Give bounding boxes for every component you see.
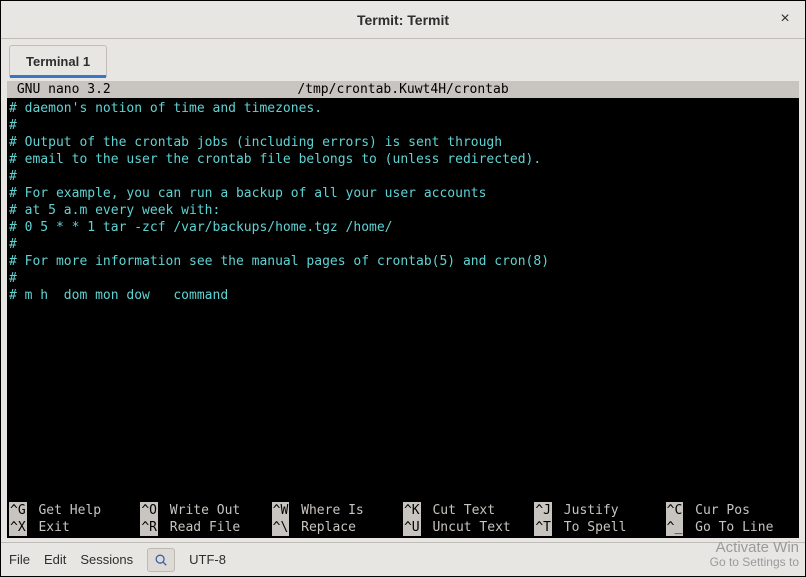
nano-shortcut: ^U Uncut Text	[403, 519, 534, 536]
shortcut-label: Cut Text	[425, 502, 495, 519]
nano-shortcut: ^G Get Help	[9, 502, 140, 519]
nano-shortcut: ^T To Spell	[534, 519, 665, 536]
close-icon[interactable]: ×	[775, 9, 795, 29]
keycap: ^\	[272, 519, 290, 536]
nano-line: #	[9, 168, 797, 185]
shortcut-label: Go To Line	[687, 519, 773, 536]
nano-shortcut: ^K Cut Text	[403, 502, 534, 519]
keycap: ^R	[140, 519, 158, 536]
keycap: ^X	[9, 519, 27, 536]
shortcut-label: Replace	[293, 519, 356, 536]
nano-footer-row-2: ^X Exit^R Read File^\ Replace^U Uncut Te…	[9, 519, 797, 536]
nano-line: # at 5 a.m every week with:	[9, 202, 797, 219]
nano-filename: /tmp/crontab.Kuwt4H/crontab	[111, 81, 696, 98]
nano-line: #	[9, 270, 797, 287]
nano-shortcut: ^_ Go To Line	[666, 519, 797, 536]
status-bar: File Edit Sessions UTF-8	[1, 542, 805, 576]
nano-shortcut: ^C Cur Pos	[666, 502, 797, 519]
nano-shortcut: ^X Exit	[9, 519, 140, 536]
nano-body: # daemon's notion of time and timezones.…	[7, 98, 799, 306]
shortcut-label: To Spell	[556, 519, 626, 536]
shortcut-label: Justify	[556, 502, 619, 519]
shortcut-label: Get Help	[31, 502, 101, 519]
shortcut-label: Uncut Text	[425, 519, 511, 536]
shortcut-label: Read File	[162, 519, 240, 536]
nano-shortcut: ^W Where Is	[272, 502, 403, 519]
keycap: ^J	[534, 502, 552, 519]
nano-line: #	[9, 236, 797, 253]
nano-line: # email to the user the crontab file bel…	[9, 151, 797, 168]
keycap: ^_	[666, 519, 684, 536]
nano-line: #	[9, 117, 797, 134]
titlebar: Termit: Termit ×	[1, 1, 805, 39]
keycap: ^U	[403, 519, 421, 536]
menu-file[interactable]: File	[9, 552, 30, 567]
shortcut-label: Cur Pos	[687, 502, 750, 519]
keycap: ^G	[9, 502, 27, 519]
keycap: ^K	[403, 502, 421, 519]
shortcut-label: Exit	[31, 519, 70, 536]
nano-line: # Output of the crontab jobs (including …	[9, 134, 797, 151]
menu-sessions[interactable]: Sessions	[80, 552, 133, 567]
nano-line: # m h dom mon dow command	[9, 287, 797, 304]
keycap: ^W	[272, 502, 290, 519]
nano-header: GNU nano 3.2 /tmp/crontab.Kuwt4H/crontab…	[7, 81, 799, 98]
window-title: Termit: Termit	[357, 12, 449, 28]
nano-footer: ^G Get Help^O Write Out^W Where Is^K Cut…	[7, 502, 799, 538]
keycap: ^C	[666, 502, 684, 519]
search-icon	[154, 553, 168, 567]
nano-line: # 0 5 * * 1 tar -zcf /var/backups/home.t…	[9, 219, 797, 236]
encoding-label[interactable]: UTF-8	[189, 552, 226, 567]
shortcut-label: Write Out	[162, 502, 240, 519]
nano-line: # daemon's notion of time and timezones.	[9, 100, 797, 117]
search-button[interactable]	[147, 548, 175, 572]
terminal-container: GNU nano 3.2 /tmp/crontab.Kuwt4H/crontab…	[1, 77, 805, 542]
keycap: ^T	[534, 519, 552, 536]
tab-bar: Terminal 1	[1, 39, 805, 77]
nano-shortcut: ^R Read File	[140, 519, 271, 536]
keycap: ^O	[140, 502, 158, 519]
menu-edit[interactable]: Edit	[44, 552, 66, 567]
shortcut-label: Where Is	[293, 502, 363, 519]
nano-footer-row-1: ^G Get Help^O Write Out^W Where Is^K Cut…	[9, 502, 797, 519]
nano-shortcut: ^O Write Out	[140, 502, 271, 519]
app-window: Termit: Termit × Terminal 1 GNU nano 3.2…	[1, 1, 805, 576]
nano-shortcut: ^\ Replace	[272, 519, 403, 536]
nano-shortcut: ^J Justify	[534, 502, 665, 519]
tab-terminal-1[interactable]: Terminal 1	[9, 45, 107, 77]
nano-line: # For example, you can run a backup of a…	[9, 185, 797, 202]
nano-line: # For more information see the manual pa…	[9, 253, 797, 270]
tab-label: Terminal 1	[26, 54, 90, 69]
terminal[interactable]: GNU nano 3.2 /tmp/crontab.Kuwt4H/crontab…	[7, 81, 799, 538]
nano-version: GNU nano 3.2	[9, 81, 111, 98]
